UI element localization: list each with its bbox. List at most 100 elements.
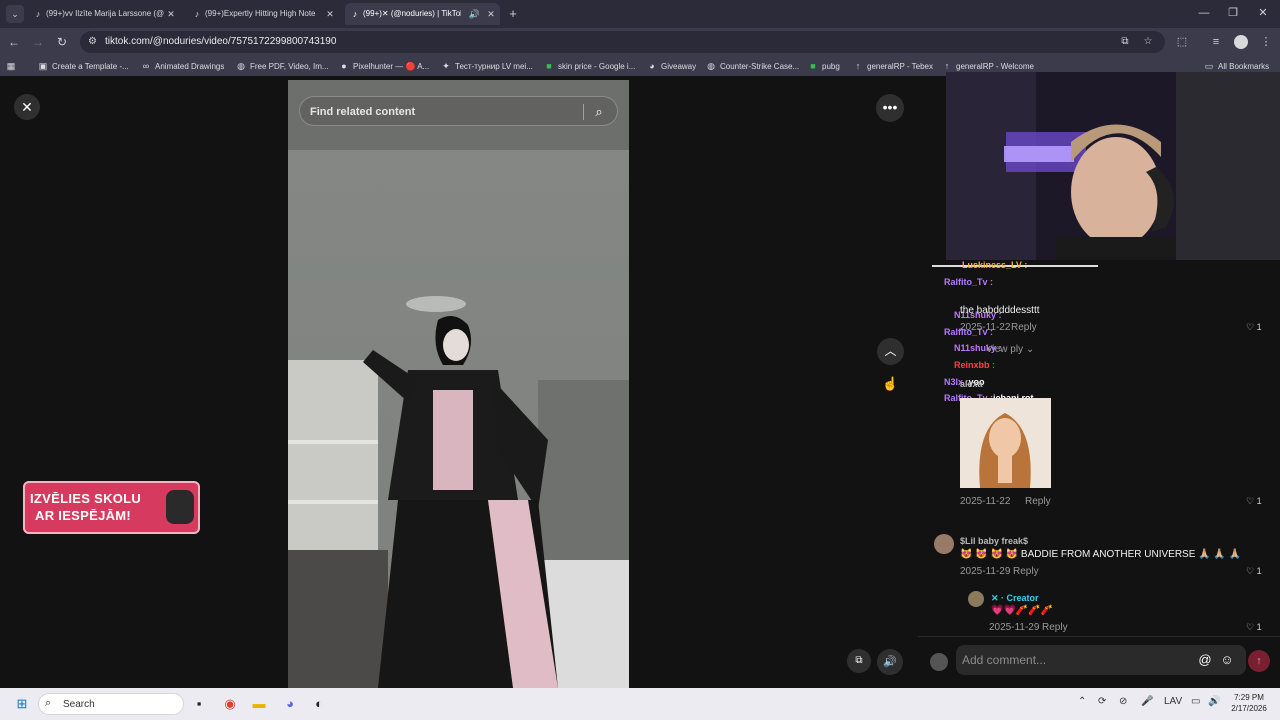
tab-title: (99+)‎vv Ilzīte Marija Larssone (@	[46, 9, 165, 18]
comment-image[interactable]	[960, 398, 1051, 488]
school-ad-banner: IZVĒLIES SKOLU AR IESPĒJĀM!	[23, 481, 200, 534]
sync-icon[interactable]: ⟳	[1098, 696, 1106, 707]
apps-grid-icon[interactable]: ▦	[6, 56, 20, 76]
bookmark-item[interactable]: ◍ Free PDF, Video, Im...	[236, 56, 328, 76]
comment-username[interactable]: $Lil baby freak$	[960, 536, 1028, 546]
search-icon[interactable]: ⌕	[590, 103, 608, 121]
like-count[interactable]: ♡ 1	[1246, 566, 1262, 577]
browser-toolbar: ← → ↻ ⚙ tiktok.com/@noduries/video/75751…	[0, 28, 1280, 56]
reply-button[interactable]: Reply	[1013, 566, 1039, 577]
reply-button[interactable]: Reply	[1011, 322, 1037, 333]
like-count[interactable]: ♡ 1	[1246, 622, 1262, 633]
bookmark-item[interactable]: ● Pixelhunter — 🔴 A...	[339, 56, 429, 76]
volume-icon[interactable]: 🔊	[1208, 696, 1220, 707]
reply-button[interactable]: Reply	[1025, 496, 1051, 507]
creator-badge[interactable]: ✕ · Creator	[991, 593, 1039, 604]
site-info-icon[interactable]: ⚙	[88, 34, 100, 50]
comment-placeholder: Add comment...	[962, 653, 1047, 667]
streamer-webcam	[946, 72, 1280, 260]
tray-overflow-icon[interactable]: ⌃	[1078, 696, 1086, 707]
reply-button[interactable]: Reply	[1042, 622, 1068, 633]
previous-video-button[interactable]: ︿	[877, 338, 904, 365]
tiktok-icon: ♪	[194, 9, 200, 19]
new-tab-button[interactable]: +	[506, 5, 520, 23]
ad-line-2: AR IESPĒJĀM!	[35, 508, 132, 523]
windows-taskbar: ⊞ ⌕ Search ▪ ◉ ▬ ◕ ◐ ⌃ ⟳ ⊘ 🎤 LAV ▭ 🔊 7:2…	[0, 688, 1280, 720]
address-bar[interactable]: ⚙ tiktok.com/@noduries/video/75751722998…	[80, 31, 1165, 53]
volume-button[interactable]: 🔊	[877, 649, 903, 675]
comment-username[interactable]: alexa	[960, 379, 983, 389]
emoji-icon[interactable]: ☺	[1219, 652, 1235, 668]
bookmark-item[interactable]: ◍ Counter-Strike Case...	[706, 56, 799, 76]
system-clock[interactable]: 7:29 PM 2/17/2026	[1228, 692, 1270, 714]
comment-text: 💗💗🧨🧨🧨	[991, 605, 1054, 616]
mention-icon[interactable]: @	[1197, 652, 1213, 668]
view-replies-button[interactable]: View ply ⌄	[986, 344, 1034, 355]
bookmark-star-icon[interactable]: ☆	[1141, 35, 1155, 49]
close-video-button[interactable]: ✕	[14, 94, 40, 120]
network-icon[interactable]: ▭	[1191, 696, 1200, 707]
more-options-button[interactable]: •••	[876, 94, 904, 122]
bookmark-item[interactable]: ■ pubg	[808, 56, 840, 76]
taskbar-search-label: Search	[63, 699, 95, 710]
profile-avatar[interactable]	[1234, 35, 1248, 49]
meta-icon: ∞	[142, 61, 150, 71]
file-explorer-icon[interactable]: ▬	[249, 694, 269, 714]
overlay-chat-user: Reinxbb :	[954, 360, 996, 370]
menu-icon[interactable]: ⋮	[1258, 33, 1274, 51]
like-count[interactable]: ♡ 1	[1246, 322, 1262, 333]
tiktok-icon: ♪	[352, 9, 358, 19]
video-player[interactable]: Find related content ⌕	[288, 80, 629, 688]
minimize-button[interactable]: —	[1197, 5, 1211, 21]
close-window-button[interactable]: ✕	[1256, 5, 1270, 21]
speaker-icon[interactable]: 🔊	[469, 3, 480, 25]
document-icon: ▣	[38, 61, 48, 71]
bookmark-item[interactable]: ↑ generalRP - Tebex	[853, 56, 933, 76]
like-count[interactable]: ♡ 1	[1246, 496, 1262, 507]
comment-input[interactable]: Add comment... @ ☺	[956, 645, 1246, 675]
comment-date: 2025-11-29	[960, 566, 1011, 577]
tab-title: (99+)Expertly Hitting High Note	[205, 9, 316, 18]
creator-avatar[interactable]	[968, 591, 984, 607]
bookmark-item[interactable]: ■ skin price - Google i...	[544, 56, 635, 76]
mic-icon[interactable]: 🎤	[1141, 696, 1153, 707]
reading-list-icon[interactable]: ≡	[1208, 33, 1224, 51]
chrome-icon[interactable]: ◉	[220, 694, 240, 714]
url-text: tiktok.com/@noduries/video/7575172299800…	[105, 36, 337, 47]
mini-player-button[interactable]: ⧉	[847, 649, 871, 673]
search-icon: ⌕	[45, 697, 52, 709]
browser-tab-2[interactable]: ♪ (99+)Expertly Hitting High Note ✕	[187, 3, 339, 25]
extensions-icon[interactable]: ⬚	[1174, 33, 1190, 51]
bookmark-item[interactable]: ✦ Тест-турнир LV mei...	[441, 56, 533, 76]
hand-cursor-icon: ☝	[882, 376, 899, 391]
my-avatar	[930, 653, 948, 671]
browser-tab-3[interactable]: ♪ (99+)✕ (@noduries) | TikTok 🔊 ✕	[345, 3, 500, 25]
browser-tab-1[interactable]: ♪ (99+)‎vv Ilzīte Marija Larssone (@ ✕	[28, 3, 180, 25]
task-view-icon[interactable]: ▪	[189, 694, 209, 714]
restore-button[interactable]: ❐	[1226, 5, 1240, 21]
bookmark-item[interactable]: ▣ Create a Template -...	[38, 56, 129, 76]
comment-input-bar: Add comment... @ ☺ ↑	[918, 636, 1280, 688]
comment-photo	[960, 398, 1051, 488]
related-search-bar[interactable]: Find related content ⌕	[299, 96, 618, 126]
back-button[interactable]: ←	[6, 33, 22, 51]
bookmark-item[interactable]: ∞ Animated Drawings	[141, 56, 225, 76]
cast-icon[interactable]: ⧉	[1118, 35, 1132, 49]
commenter-avatar[interactable]	[934, 534, 954, 554]
windows-start-icon[interactable]: ⊞	[12, 694, 32, 714]
discord-icon[interactable]: ◕	[280, 694, 300, 714]
steam-icon[interactable]: ◐	[309, 694, 329, 714]
taskbar-search[interactable]: ⌕ Search	[38, 693, 184, 715]
forward-button[interactable]: →	[30, 33, 46, 51]
comment-date: 2025-11-29	[989, 622, 1040, 633]
close-tab-icon[interactable]: ✕	[166, 3, 176, 25]
clock-date: 2/17/2026	[1231, 704, 1267, 713]
close-tab-icon[interactable]: ✕	[325, 3, 335, 25]
send-button[interactable]: ↑	[1248, 650, 1270, 672]
reload-button[interactable]: ↻	[54, 33, 70, 51]
bookmark-item[interactable]: ◕ Giveaway	[647, 56, 696, 76]
language-indicator[interactable]: LAV	[1164, 696, 1182, 707]
tab-search-button[interactable]: ⌄	[6, 5, 24, 23]
wifi-off-icon[interactable]: ⊘	[1119, 696, 1127, 707]
close-tab-icon[interactable]: ✕	[486, 3, 496, 25]
